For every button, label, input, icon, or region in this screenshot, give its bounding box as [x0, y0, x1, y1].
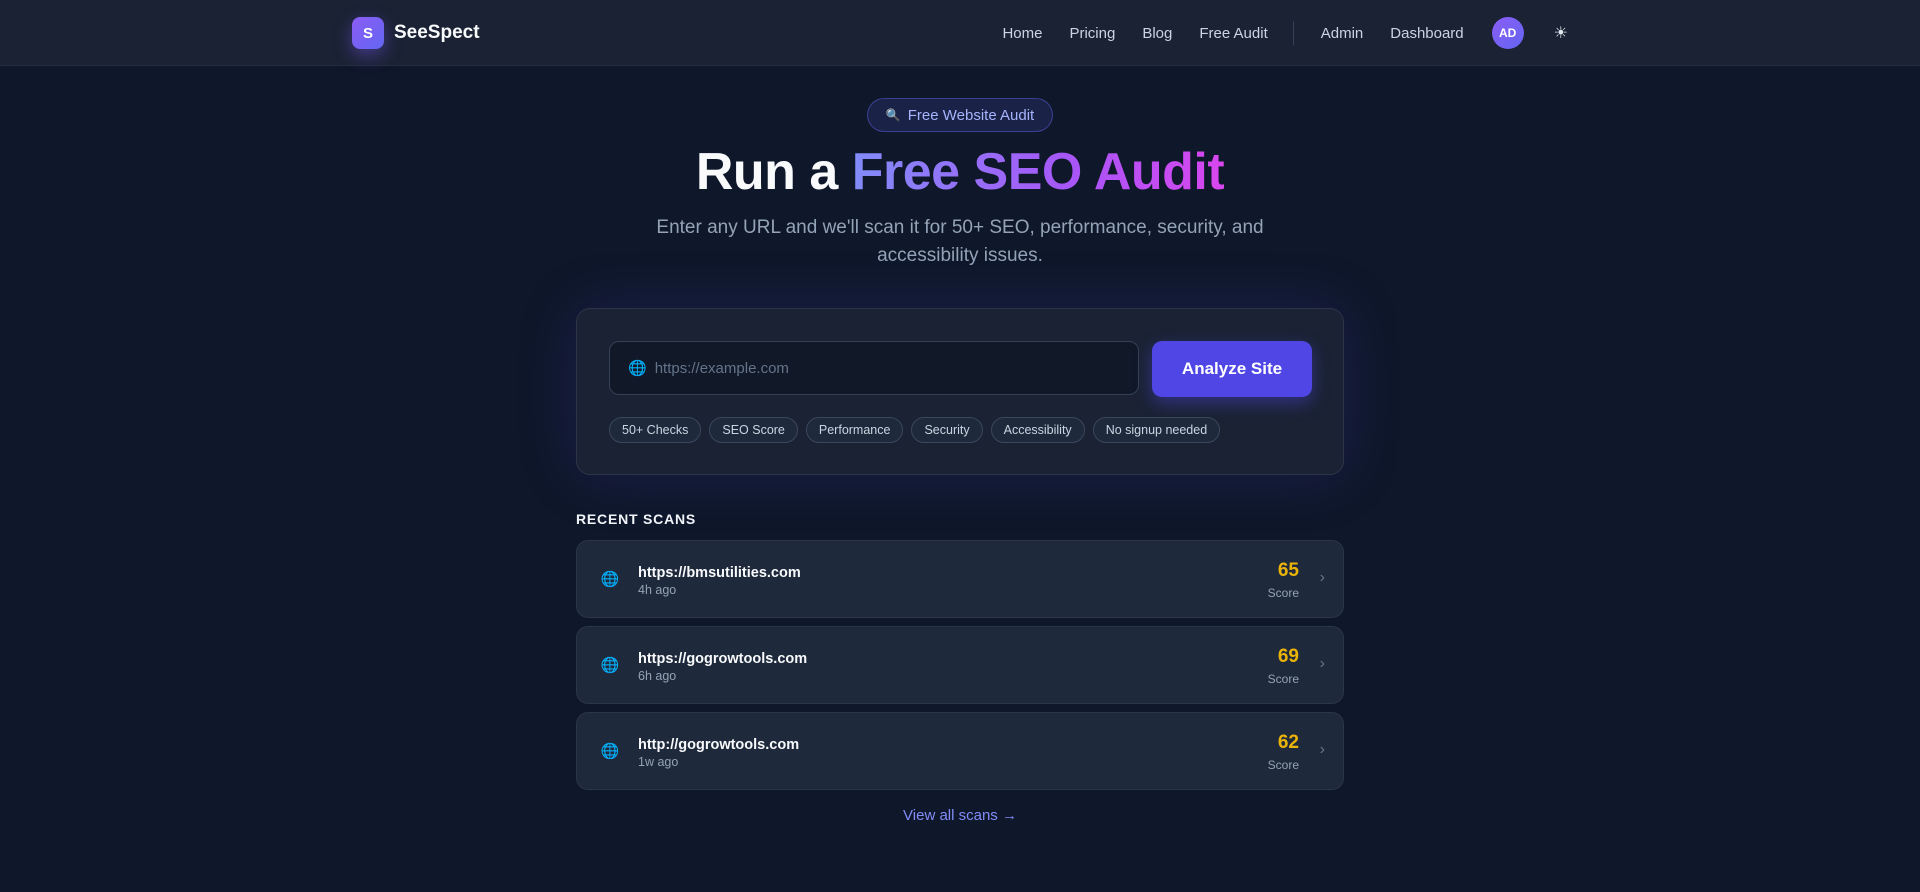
- globe-icon: 🌐: [628, 360, 647, 377]
- tag-security: Security: [911, 417, 983, 443]
- nav-link-pricing[interactable]: Pricing: [1069, 25, 1115, 42]
- magnifier-icon: 🔍: [885, 108, 901, 122]
- globe-icon: 🌐: [600, 743, 620, 760]
- tag-performance: Performance: [805, 417, 904, 443]
- scan-score: 65: [1277, 560, 1299, 581]
- badge-label: Free Website Audit: [907, 106, 1035, 124]
- scan-row[interactable]: 🌐 http://gogrowtools.com 1w ago 62 Score…: [576, 712, 1344, 790]
- scan-url: http://gogrowtools.com: [638, 737, 800, 753]
- user-avatar[interactable]: AD: [1491, 17, 1524, 49]
- tag-no-signup: No signup needed: [1092, 417, 1221, 443]
- globe-icon: 🌐: [600, 657, 620, 674]
- chevron-right-icon: ›: [1319, 569, 1325, 586]
- top-navbar: S SeeSpect Home Pricing Blog Free Audit …: [0, 0, 1920, 66]
- tag-checks: 50+ Checks: [609, 417, 702, 443]
- nav-link-blog[interactable]: Blog: [1142, 25, 1172, 42]
- theme-toggle-sun-icon[interactable]: ☀: [1554, 23, 1568, 43]
- logo-icon: S: [352, 17, 384, 49]
- chevron-right-icon: ›: [1319, 655, 1325, 672]
- recent-scans-list: 🌐 https://bmsutilities.com 4h ago 65 Sco…: [576, 540, 1344, 798]
- page-title: Run a Free SEO Audit: [0, 142, 1920, 202]
- nav-link-dashboard[interactable]: Dashboard: [1390, 25, 1463, 42]
- scan-url: https://bmsutilities.com: [638, 565, 801, 581]
- scan-time: 6h ago: [638, 669, 677, 683]
- scan-score: 69: [1277, 646, 1299, 667]
- free-audit-badge: 🔍 Free Website Audit: [866, 98, 1054, 132]
- chevron-right-icon: ›: [1319, 741, 1325, 758]
- scan-time: 4h ago: [638, 583, 677, 597]
- scan-row[interactable]: 🌐 https://gogrowtools.com 6h ago 69 Scor…: [576, 626, 1344, 704]
- scan-time: 1w ago: [638, 755, 679, 769]
- scan-row[interactable]: 🌐 https://bmsutilities.com 4h ago 65 Sco…: [576, 540, 1344, 618]
- score-label: Score: [1267, 758, 1299, 772]
- globe-icon: 🌐: [600, 571, 620, 588]
- score-label: Score: [1267, 586, 1299, 600]
- nav-link-free-audit[interactable]: Free Audit: [1199, 25, 1267, 42]
- scan-url: https://gogrowtools.com: [638, 651, 808, 667]
- score-label: Score: [1267, 672, 1299, 686]
- url-input[interactable]: [654, 342, 1138, 394]
- brand-logo[interactable]: S SeeSpect: [352, 17, 480, 49]
- title-prefix: Run a: [695, 143, 852, 201]
- scan-score: 62: [1277, 732, 1299, 753]
- nav-link-admin[interactable]: Admin: [1321, 25, 1364, 42]
- nav-divider: [1292, 21, 1294, 45]
- tag-accessibility: Accessibility: [990, 417, 1085, 443]
- analyze-site-button[interactable]: Analyze Site: [1152, 341, 1312, 397]
- tag-seo-score: SEO Score: [709, 417, 798, 443]
- audit-form-card: 🌐 Analyze Site 50+ Checks SEO Score Perf…: [576, 308, 1344, 475]
- view-all-scans-link[interactable]: View all scans →: [0, 807, 1920, 824]
- recent-scans-heading: RECENT SCANS: [576, 511, 697, 527]
- nav-link-home[interactable]: Home: [1002, 25, 1042, 42]
- feature-tags: 50+ Checks SEO Score Performance Securit…: [609, 417, 1221, 443]
- brand-name: SeeSpect: [394, 22, 480, 43]
- title-highlight: Free SEO Audit: [851, 143, 1225, 201]
- url-input-wrapper: 🌐: [609, 341, 1139, 395]
- page-subtitle: Enter any URL and we'll scan it for 50+ …: [656, 217, 1264, 266]
